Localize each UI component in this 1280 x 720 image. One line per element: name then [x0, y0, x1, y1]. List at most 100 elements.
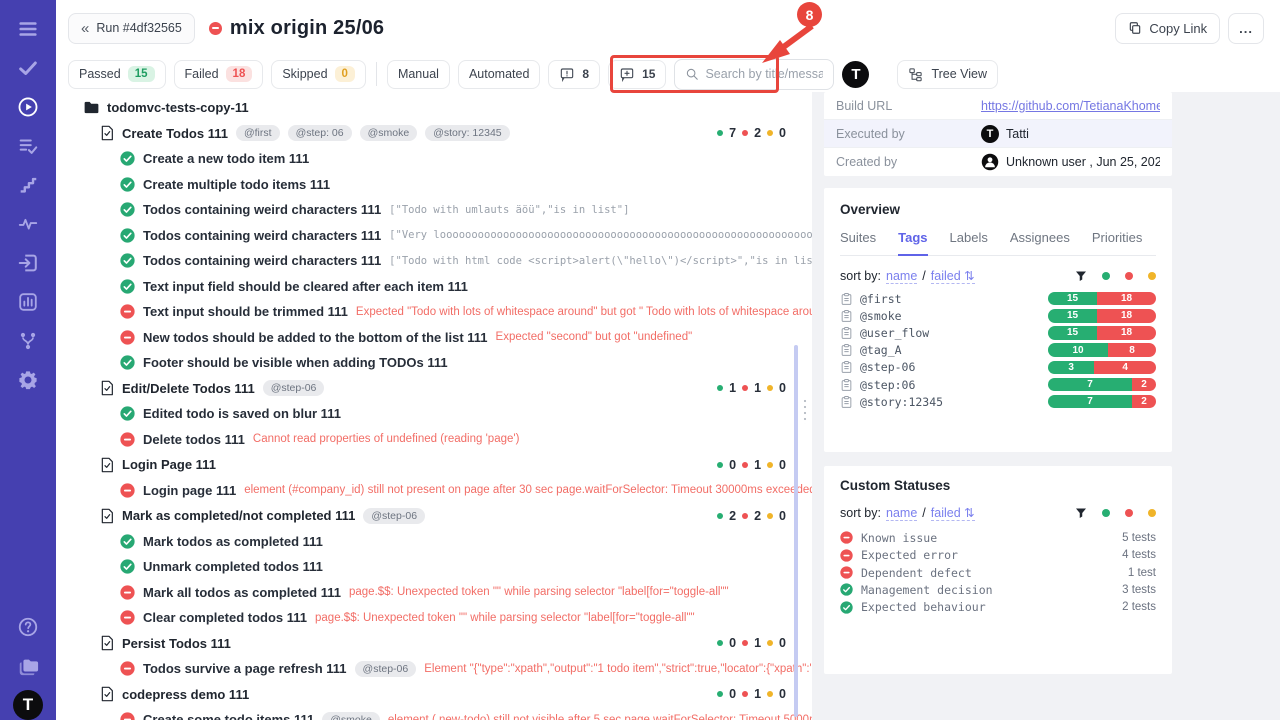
filter-manual[interactable]: Manual [387, 60, 450, 89]
filter-passed[interactable]: Passed 15 [68, 60, 166, 89]
sidebar-item-branch[interactable] [13, 326, 43, 356]
custom-status-row[interactable]: Known issue5 tests [840, 529, 1156, 546]
more-options-button[interactable]: ... [1228, 13, 1264, 44]
custom-status-row[interactable]: Expected error4 tests [840, 547, 1156, 564]
filter-automated[interactable]: Automated [458, 60, 540, 89]
suite-row[interactable]: codepress demo 111010 [56, 682, 812, 708]
suite-counts: 110 [717, 381, 786, 395]
tag-stat-row[interactable]: @user_flow1518 [840, 324, 1156, 341]
test-row[interactable]: Text input should be trimmed 111Expected… [56, 299, 812, 325]
sidebar-item-list-check[interactable] [13, 131, 43, 161]
test-row[interactable]: Create a new todo item 111 [56, 146, 812, 172]
executor-avatar: T [981, 125, 999, 143]
test-title: Mark todos as completed 111 [143, 534, 323, 549]
tab-labels[interactable]: Labels [950, 230, 988, 255]
test-row[interactable]: Unmark completed todos 111 [56, 554, 812, 580]
tag-pass-fail-bar: 1518 [1048, 326, 1156, 340]
custom-status-row[interactable]: Expected behaviour2 tests [840, 599, 1156, 616]
suite-row[interactable]: Login Page 111010 [56, 452, 812, 478]
test-row[interactable]: Delete todos 111Cannot read properties o… [56, 427, 812, 453]
sidebar-item-pulse[interactable] [13, 209, 43, 239]
sidebar-item-check[interactable] [13, 53, 43, 83]
legend-passed-dot[interactable] [1102, 272, 1110, 280]
filter-additions[interactable]: 15 [608, 60, 666, 89]
test-row[interactable]: Mark all todos as completed 111page.$$: … [56, 580, 812, 606]
filter-funnel-icon[interactable] [1075, 507, 1087, 519]
tab-suites[interactable]: Suites [840, 230, 876, 255]
tag-stat-row[interactable]: @step-0634 [840, 359, 1156, 376]
test-row[interactable]: Create some todo items 111@smokeelement … [56, 707, 812, 720]
tree-scrollbar[interactable] [794, 345, 798, 717]
sidebar-item-bar-chart[interactable] [13, 287, 43, 317]
test-error-message: Element "{"type":"xpath","output":"1 tod… [424, 663, 812, 675]
tag-stat-row[interactable]: @step:0672 [840, 376, 1156, 393]
legend-passed-dot[interactable] [1102, 509, 1110, 517]
filter-comments[interactable]: 8 [548, 60, 600, 89]
test-row[interactable]: Todos containing weird characters 111["V… [56, 223, 812, 249]
test-row[interactable]: Mark todos as completed 111 [56, 529, 812, 555]
test-row[interactable]: Todos containing weird characters 111["T… [56, 197, 812, 223]
test-row[interactable]: Footer should be visible when adding TOD… [56, 350, 812, 376]
tab-assignees[interactable]: Assignees [1010, 230, 1070, 255]
tag-stat-row[interactable]: @story:1234572 [840, 393, 1156, 410]
suite-row[interactable]: Persist Todos 111010 [56, 631, 812, 657]
sidebar-item-steps[interactable] [13, 170, 43, 200]
test-row[interactable]: Todos containing weird characters 111["T… [56, 248, 812, 274]
search-box[interactable] [674, 59, 834, 90]
custom-status-row[interactable]: Management decision3 tests [840, 581, 1156, 598]
legend-failed-dot[interactable] [1125, 272, 1133, 280]
run-failed-status-icon [209, 22, 222, 35]
test-row[interactable]: New todos should be added to the bottom … [56, 325, 812, 351]
sidebar-item-folder-copy[interactable] [13, 651, 43, 681]
sidebar-item-menu[interactable] [13, 14, 43, 44]
sort-failed-link[interactable]: failed ⇅ [931, 505, 975, 521]
test-row[interactable]: Todos survive a page refresh 111@step-06… [56, 656, 812, 682]
user-avatar[interactable]: T [842, 61, 869, 88]
sort-name-link[interactable]: name [886, 506, 917, 521]
legend-skipped-dot[interactable] [1148, 272, 1156, 280]
back-to-run-button[interactable]: « Run #4df32565 [68, 13, 195, 44]
legend-skipped-dot[interactable] [1148, 509, 1156, 517]
build-url-link[interactable]: https://github.com/TetianaKhomenko/Load-… [981, 99, 1160, 113]
test-row[interactable]: Clear completed todos 111page.$$: Unexpe… [56, 605, 812, 631]
test-failed-icon [120, 585, 135, 600]
filter-funnel-icon[interactable] [1075, 270, 1087, 282]
test-row[interactable]: Text input field should be cleared after… [56, 274, 812, 300]
skipped-dot [767, 640, 773, 646]
sidebar-item-help[interactable] [13, 612, 43, 642]
panel-resize-handle[interactable] [802, 398, 808, 424]
tag-stat-row[interactable]: @smoke1518 [840, 307, 1156, 324]
suite-row[interactable]: Create Todos 111@first@step: 06@smoke@st… [56, 121, 812, 147]
sidebar-item-play-circle[interactable] [13, 92, 43, 122]
tag-pass-fail-bar: 1518 [1048, 309, 1156, 323]
filter-failed[interactable]: Failed 18 [174, 60, 264, 89]
suite-file-icon [100, 635, 114, 651]
suite-row[interactable]: Mark as completed/not completed 111@step… [56, 503, 812, 529]
app-logo[interactable]: T [13, 690, 43, 720]
test-title: Todos containing weird characters 111 [143, 253, 381, 268]
sort-name-link[interactable]: name [886, 269, 917, 284]
tag-stat-row[interactable]: @first1518 [840, 290, 1156, 307]
tag-stat-row[interactable]: @tag_A108 [840, 342, 1156, 359]
sort-failed-link[interactable]: failed ⇅ [931, 268, 975, 284]
filter-skipped[interactable]: Skipped 0 [271, 60, 366, 89]
sidebar-item-sign-in[interactable] [13, 248, 43, 278]
search-input[interactable] [705, 67, 823, 81]
sidebar-item-gear[interactable] [13, 365, 43, 395]
info-row-build-url: Build URLhttps://github.com/TetianaKhome… [824, 92, 1172, 120]
tree-view-button[interactable]: Tree View [897, 60, 998, 89]
test-row[interactable]: Login page 111element (#company_id) stil… [56, 478, 812, 504]
test-title: Todos containing weird characters 111 [143, 228, 381, 243]
tab-tags[interactable]: Tags [898, 230, 927, 256]
test-row[interactable]: Create multiple todo items 111 [56, 172, 812, 198]
test-row[interactable]: Edited todo is saved on blur 111 [56, 401, 812, 427]
folder-row[interactable]: todomvc-tests-copy-11 [56, 95, 812, 121]
custom-status-row[interactable]: Dependent defect1 test [840, 564, 1156, 581]
tab-priorities[interactable]: Priorities [1092, 230, 1143, 255]
test-failed-icon [120, 432, 135, 447]
legend-failed-dot[interactable] [1125, 509, 1133, 517]
test-passed-icon [120, 355, 135, 370]
suite-row[interactable]: Edit/Delete Todos 111@step-06110 [56, 376, 812, 402]
failed-segment: 18 [1097, 326, 1156, 340]
copy-link-button[interactable]: Copy Link [1115, 13, 1220, 44]
